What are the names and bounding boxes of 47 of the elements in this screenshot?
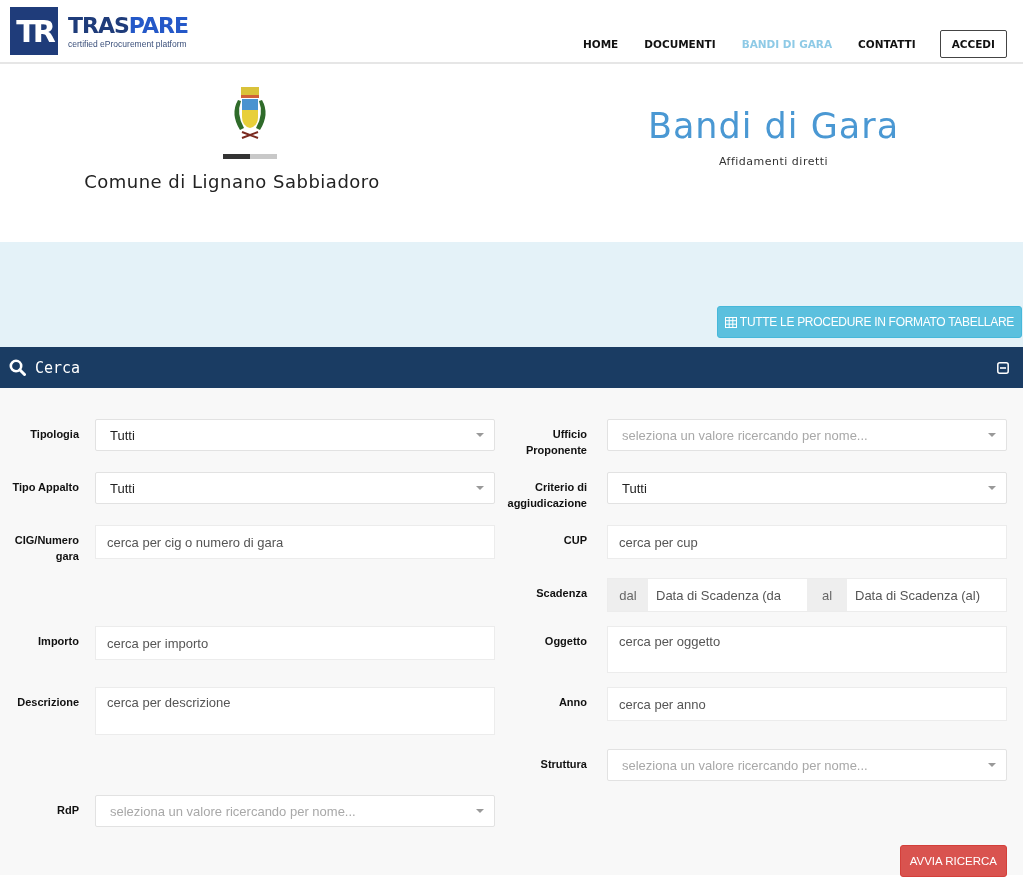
field-label: Scadenza <box>535 586 587 601</box>
field-label: Anno <box>557 695 587 710</box>
logo-mark[interactable]: TR <box>10 7 58 55</box>
addon-label: dal <box>608 579 648 611</box>
field-label: CUP <box>562 533 587 548</box>
date-range-field[interactable]: dal Data di Scadenza (da al Data di Scadenza (al) <box>607 578 1007 612</box>
nav-link[interactable]: HOME <box>582 38 619 50</box>
field-label: CIG/Numero gara <box>13 533 79 564</box>
table-icon <box>724 316 737 328</box>
page-title: Bandi di Gara <box>647 106 900 146</box>
login-button[interactable]: ACCEDI <box>939 30 1007 58</box>
input-field[interactable]: cerca per anno <box>607 687 1007 721</box>
input-field[interactable]: cerca per importo <box>95 626 495 660</box>
caret-icon <box>476 809 484 813</box>
title-underline <box>223 154 277 159</box>
logo-name: TRASPARE <box>68 13 188 39</box>
text-area[interactable]: cerca per oggetto <box>607 626 1007 673</box>
input-field[interactable]: cerca per cig o numero di gara <box>95 525 495 559</box>
field-label: Descrizione <box>16 695 79 710</box>
field-label: Struttura <box>539 757 587 772</box>
caret-icon <box>988 433 996 437</box>
caret-icon <box>476 486 484 490</box>
logo-tagline: certified eProcurement platform <box>68 39 188 49</box>
text-area[interactable]: cerca per descrizione <box>95 687 495 735</box>
panel-title: Cerca <box>35 358 81 377</box>
addon-label: al <box>807 579 847 611</box>
page-subtitle: Affidamenti diretti <box>718 155 829 168</box>
nav-link[interactable]: CONTATTI <box>858 38 916 50</box>
field-label: RdP <box>56 803 79 818</box>
select-field[interactable]: Tutti <box>95 419 495 451</box>
field-label: Importo <box>37 634 79 649</box>
field-label: Tipologia <box>29 427 79 442</box>
organization-name: Comune di Lignano Sabbiadoro <box>84 171 380 192</box>
search-icon <box>9 359 26 376</box>
search-submit-button[interactable]: AVVIA RICERCA <box>899 845 1007 877</box>
field-label: Ufficio Proponente <box>524 427 587 458</box>
caret-icon <box>476 433 484 437</box>
select-field[interactable]: Tutti <box>607 472 1007 504</box>
collapse-icon[interactable] <box>997 361 1009 374</box>
caret-icon <box>988 763 996 767</box>
select-field[interactable]: Tutti <box>95 472 495 504</box>
caret-icon <box>988 486 996 490</box>
field-label: Oggetto <box>543 634 587 649</box>
nav-link[interactable]: DOCUMENTI <box>644 38 716 50</box>
field-label: Tipo Appalto <box>11 480 79 495</box>
input-field[interactable]: cerca per cup <box>607 525 1007 559</box>
field-label: Criterio di aggiudicazione <box>506 480 587 511</box>
